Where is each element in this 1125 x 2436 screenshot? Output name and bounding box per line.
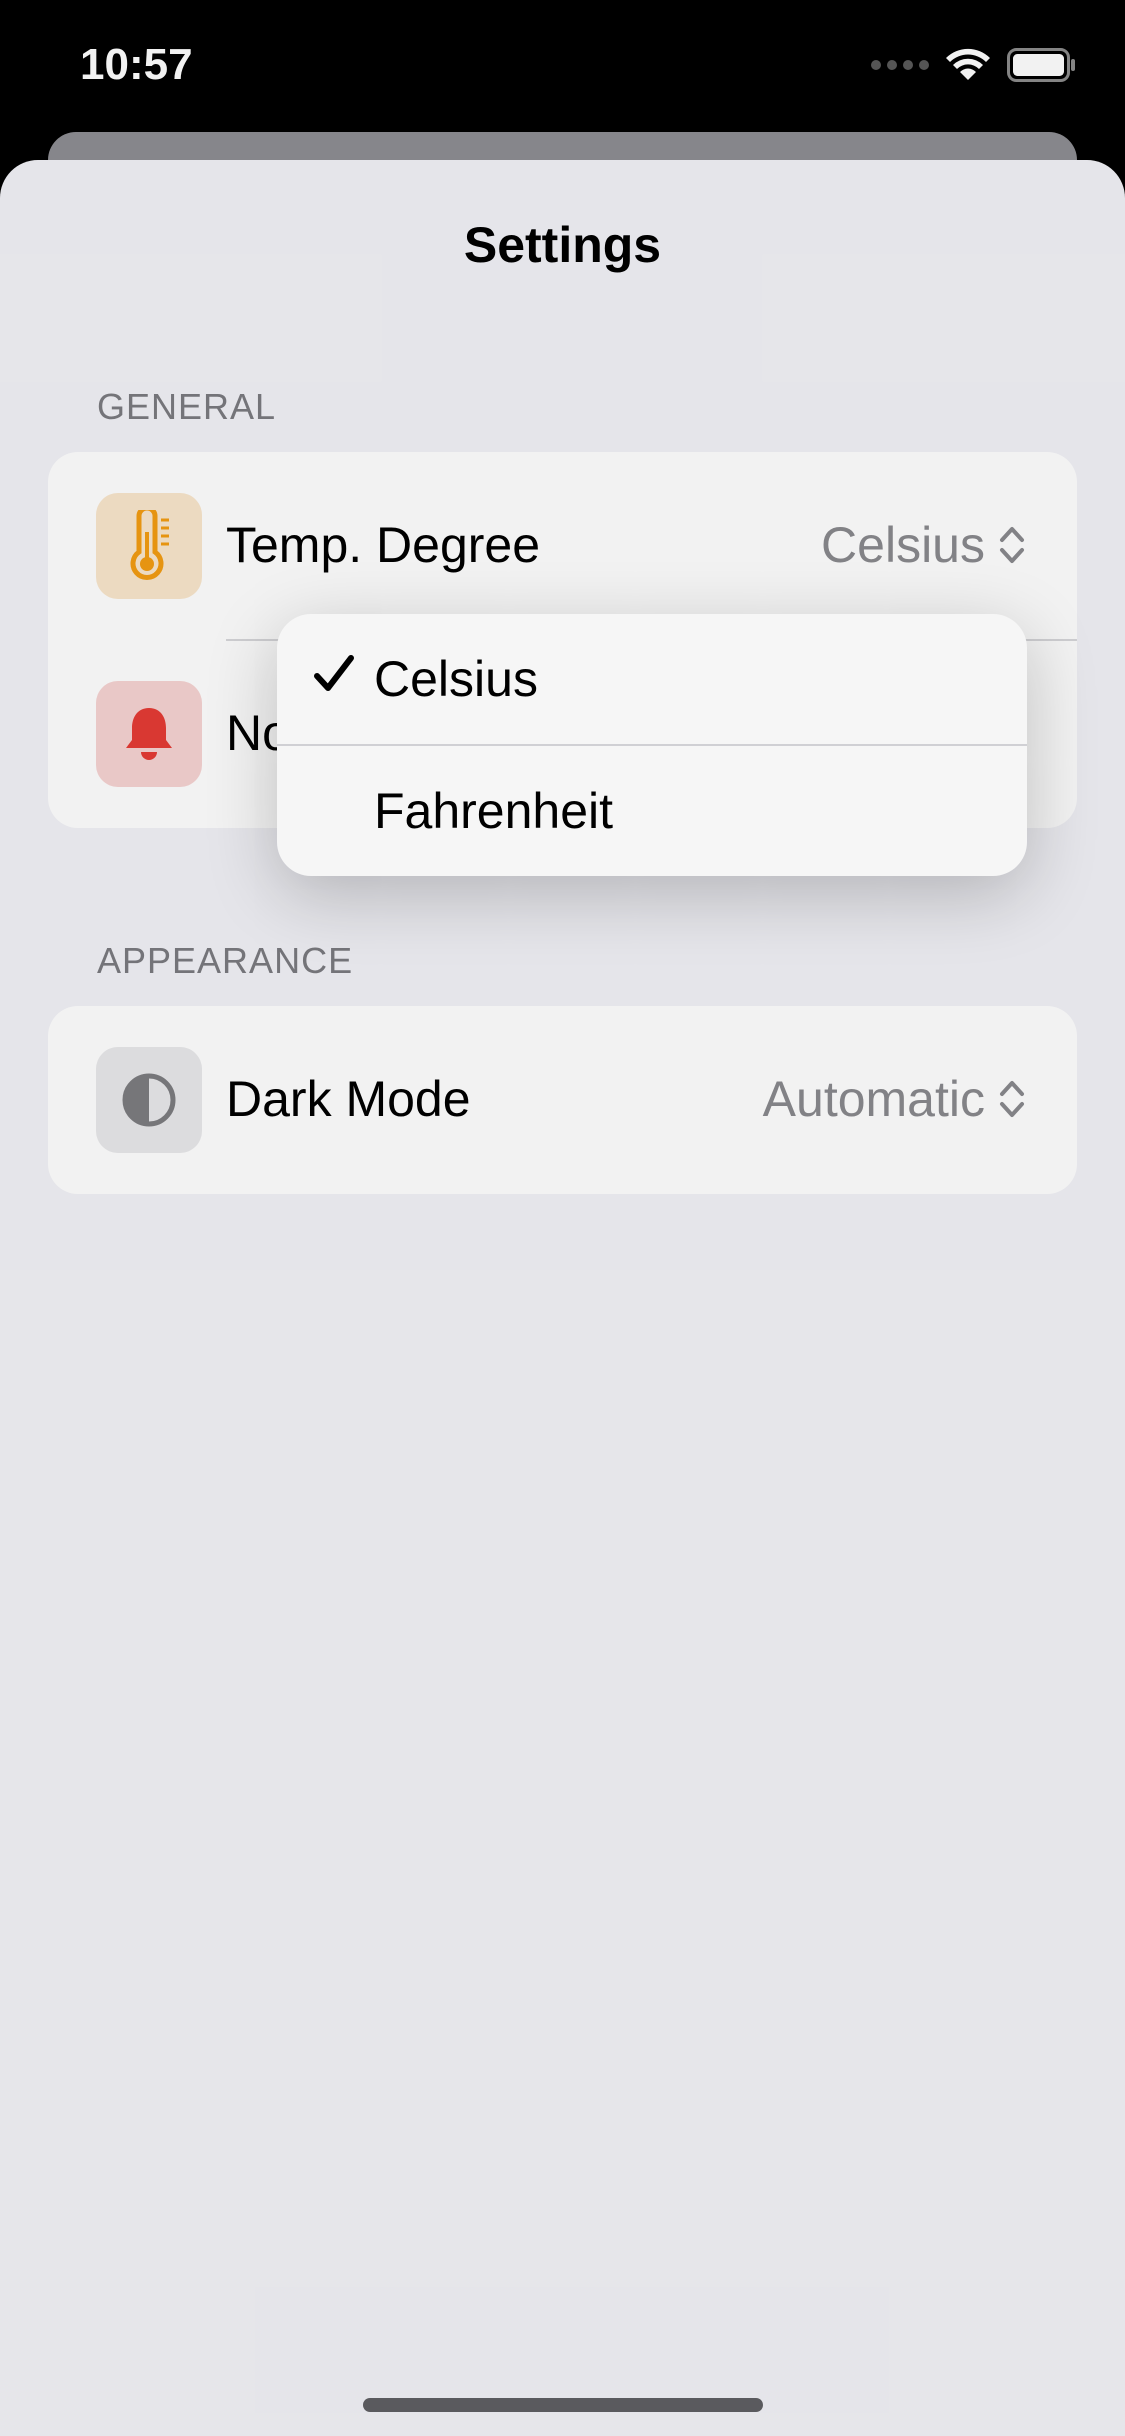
home-indicator[interactable] [363,2398,763,2412]
menu-item-label: Fahrenheit [374,783,614,839]
temp-degree-menu: Celsius Fahrenheit [277,614,1027,876]
checkmark-icon [314,655,354,691]
menu-backdrop[interactable] [0,0,1125,2436]
menu-item-label: Celsius [374,651,538,707]
menu-item-fahrenheit[interactable]: Fahrenheit [277,746,1027,876]
menu-item-celsius[interactable]: Celsius [277,614,1027,744]
